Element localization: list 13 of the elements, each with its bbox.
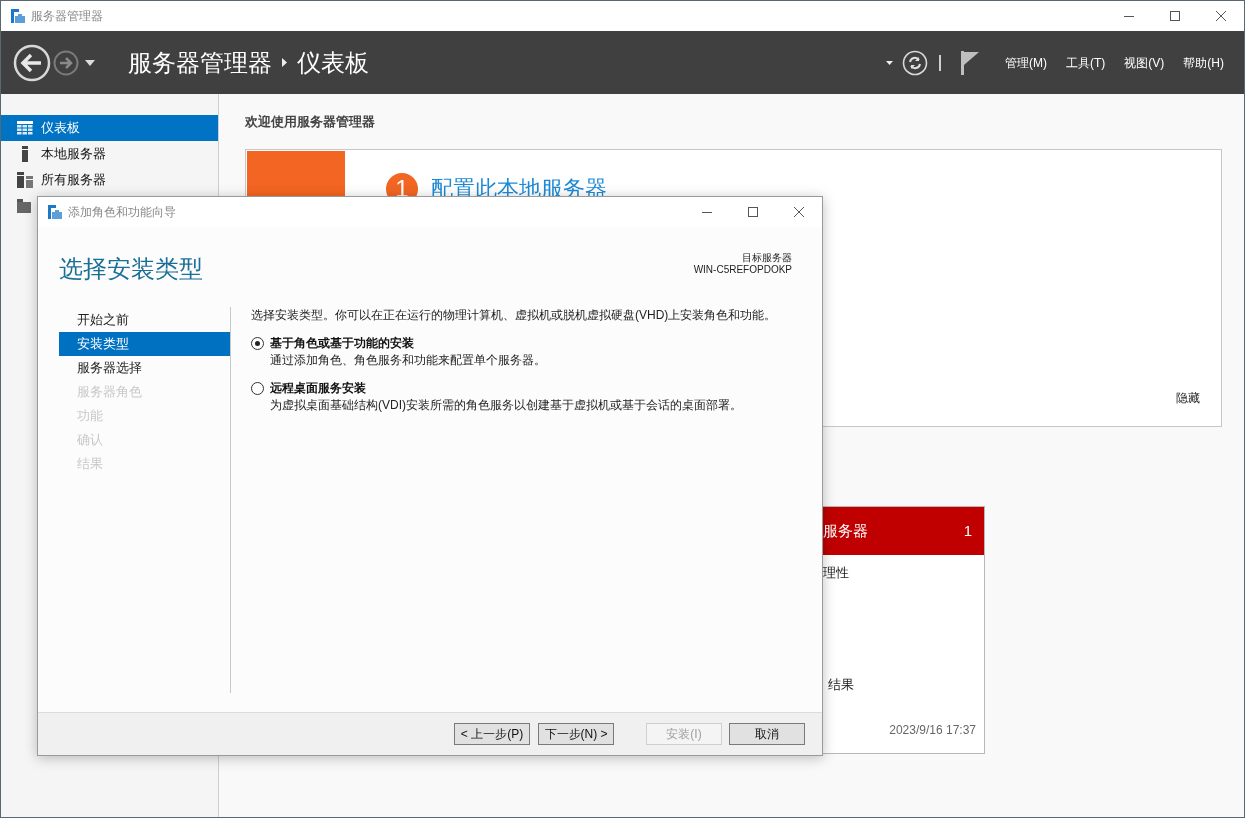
dialog-title: 添加角色和功能向导 xyxy=(68,204,176,221)
welcome-title: 欢迎使用服务器管理器 xyxy=(245,113,376,130)
tile-title: 服务器 xyxy=(823,520,868,541)
timestamp: 2023/9/16 17:37 xyxy=(889,722,977,739)
option-description: 通过添加角色、角色服务和功能来配置单个服务器。 xyxy=(270,352,547,368)
tile-count: 1 xyxy=(963,520,972,541)
breadcrumb-item: 仪表板 xyxy=(297,47,369,78)
target-server: WIN-C5REFOPDOKP xyxy=(693,264,792,276)
page-heading: 选择安装类型 xyxy=(59,254,203,284)
option-description: 为虚拟桌面基础结构(VDI)安装所需的角色服务以创建基于虚拟机或基于会话的桌面部署。 xyxy=(270,397,743,413)
window-title: 服务器管理器 xyxy=(31,8,103,25)
intro-text: 选择安装类型。你可以在正在运行的物理计算机、虚拟机或脱机虚拟硬盘(VHD)上安装角色和功能。 xyxy=(251,307,778,323)
target-label: 目标服务器 xyxy=(742,252,792,264)
